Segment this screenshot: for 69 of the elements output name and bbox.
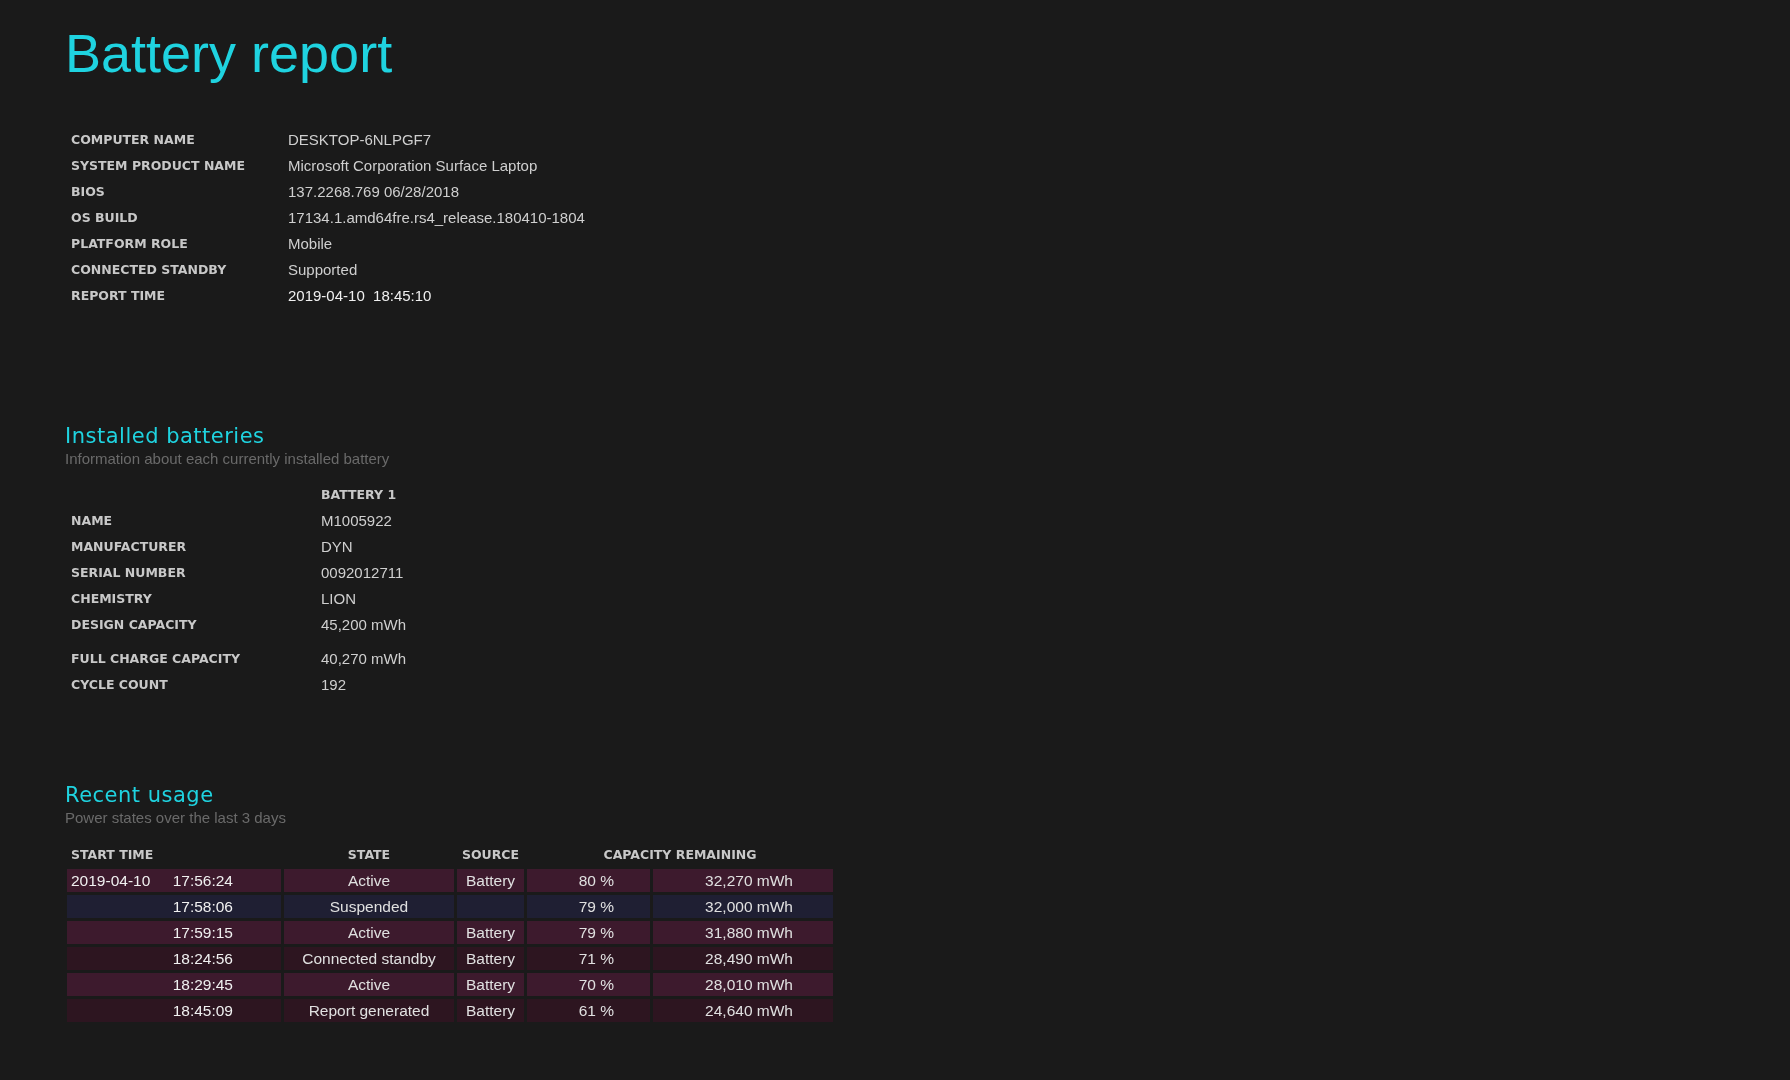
table-cell: Active: [284, 921, 454, 944]
battery-value: 192: [321, 675, 348, 695]
time-text: 17:56:24: [172, 871, 233, 891]
section-subtitle: Power states over the last 3 days: [65, 809, 287, 826]
table-cell: 79 %: [527, 921, 650, 944]
column-heading: STATE: [346, 846, 392, 864]
column-heading: SOURCE: [460, 846, 521, 864]
time-text: 18:29:45: [172, 975, 233, 995]
info-label: BIOS: [71, 183, 106, 201]
column-heading: CAPACITY REMAINING: [602, 846, 758, 864]
info-value: Supported: [288, 260, 359, 280]
section-heading: Installed batteries: [65, 424, 266, 448]
battery-value: 45,200 mWh: [321, 615, 407, 635]
table-cell: 28,490 mWh: [653, 947, 833, 970]
time-text: 17:58:06: [172, 897, 233, 917]
table-cell: 70 %: [527, 973, 650, 996]
battery-value: LION: [321, 589, 357, 609]
table-cell: Connected standby: [284, 947, 454, 970]
time-text: 18:45:09: [172, 1001, 233, 1021]
battery-value: 0092012711: [321, 563, 405, 583]
info-value: Microsoft Corporation Surface Laptop: [288, 156, 539, 176]
battery-label: MANUFACTURER: [71, 538, 188, 556]
info-label: SYSTEM PRODUCT NAME: [71, 157, 247, 175]
table-cell: Battery: [457, 999, 524, 1022]
table-cell: Battery: [457, 921, 524, 944]
info-label: PLATFORM ROLE: [71, 235, 189, 253]
battery-label: CHEMISTRY: [71, 590, 153, 608]
table-cell: 61 %: [527, 999, 650, 1022]
table-cell: Active: [284, 973, 454, 996]
section-heading: Recent usage: [65, 783, 215, 807]
battery-label: CYCLE COUNT: [71, 676, 169, 694]
battery-value: 40,270 mWh: [321, 649, 407, 669]
table-cell: Report generated: [284, 999, 454, 1022]
table-cell: Suspended: [284, 895, 454, 918]
info-label: OS BUILD: [71, 209, 139, 227]
info-label: CONNECTED STANDBY: [71, 261, 228, 279]
time-text: 17:59:15: [172, 923, 233, 943]
table-cell: Battery: [457, 947, 524, 970]
time-text: 18:24:56: [172, 949, 233, 969]
table-cell: Active: [284, 869, 454, 892]
table-cell: 31,880 mWh: [653, 921, 833, 944]
battery-value: M1005922: [321, 511, 393, 531]
date-text: 2019-04-10: [71, 871, 151, 891]
table-cell: 80 %: [527, 869, 650, 892]
battery-label: DESIGN CAPACITY: [71, 616, 198, 634]
battery-label: NAME: [71, 512, 114, 530]
table-cell: 79 %: [527, 895, 650, 918]
info-value: DESKTOP-6NLPGF7: [288, 130, 433, 150]
info-label: REPORT TIME: [71, 287, 167, 305]
battery-value: DYN: [321, 537, 354, 557]
table-cell: 28,010 mWh: [653, 973, 833, 996]
section-subtitle: Information about each currently installed battery: [65, 450, 391, 467]
table-cell: Battery: [457, 973, 524, 996]
page-title: Battery report: [65, 22, 394, 84]
table-cell: 32,270 mWh: [653, 869, 833, 892]
table-cell: [457, 895, 524, 918]
battery-label: FULL CHARGE CAPACITY: [71, 650, 241, 668]
column-heading: START TIME: [70, 846, 155, 864]
info-value: 17134.1.amd64fre.rs4_release.180410-1804: [288, 208, 585, 228]
table-cell: 24,640 mWh: [653, 999, 833, 1022]
column-heading: BATTERY 1: [321, 486, 398, 504]
info-value: Mobile: [288, 234, 334, 254]
battery-label: SERIAL NUMBER: [71, 564, 187, 582]
info-value: 2019-04-10 18:45:10: [288, 286, 433, 306]
info-value: 137.2268.769 06/28/2018: [288, 182, 460, 202]
info-label: COMPUTER NAME: [71, 131, 196, 149]
table-cell: 71 %: [527, 947, 650, 970]
table-cell: Battery: [457, 869, 524, 892]
table-cell: 32,000 mWh: [653, 895, 833, 918]
